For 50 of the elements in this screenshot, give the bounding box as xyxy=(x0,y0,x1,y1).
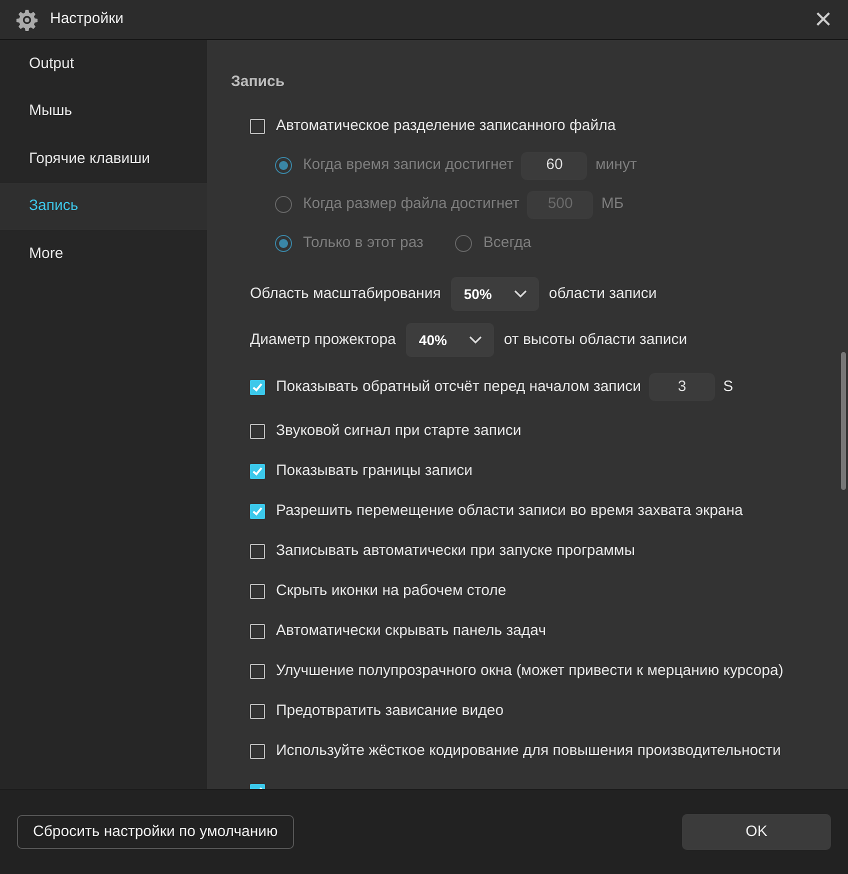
checkbox[interactable] xyxy=(250,118,265,134)
chevron-icon xyxy=(514,290,527,298)
unit-label: минут xyxy=(595,155,637,176)
checkbox[interactable] xyxy=(250,464,265,478)
setting-label: Используйте жёсткое кодирование для повышения производительности xyxy=(276,740,781,761)
setting-label: Скрыть иконки на рабочем столе xyxy=(276,580,506,601)
chevron-icon xyxy=(468,336,482,344)
option-label: Когда размер файла достигнет xyxy=(303,194,520,214)
checkbox[interactable] xyxy=(250,664,265,678)
unit-label: S xyxy=(723,376,734,397)
setting-label: Показывать обратный отсчёт перед началом записи xyxy=(276,376,642,397)
window-title: Настройки xyxy=(50,9,124,30)
setting-label: Записывать автоматически при запуске программы xyxy=(276,540,636,561)
sidebar-item[interactable]: Горячие клавиши xyxy=(0,135,207,182)
checkbox[interactable] xyxy=(250,380,265,394)
setting-label: Показывать границы записи xyxy=(276,460,472,481)
dropdown[interactable]: 50% xyxy=(450,277,539,311)
checkbox[interactable] xyxy=(250,744,265,758)
scrollbar[interactable] xyxy=(841,352,846,490)
option-label: Только в этот раз xyxy=(303,233,424,254)
setting-label: от высоты области записи xyxy=(504,330,688,350)
checkbox[interactable] xyxy=(250,704,265,718)
setting-label: Разрешить перемещение области записи во время захвата экрана xyxy=(276,500,743,521)
setting-label: Автоматическое разделение записанного файла xyxy=(276,116,616,136)
checkbox[interactable] xyxy=(250,584,265,598)
dropdown[interactable]: 40% xyxy=(406,323,494,357)
option-label: Всегда xyxy=(483,233,532,254)
checkbox[interactable] xyxy=(250,504,265,518)
setting-label: Предотвратить зависание видео xyxy=(276,700,504,721)
section-title: Запись xyxy=(231,72,286,92)
sidebar-item[interactable]: Output xyxy=(0,40,207,88)
unit-label: МБ xyxy=(601,194,624,214)
settings-icon xyxy=(16,8,38,30)
sidebar-item[interactable]: Запись xyxy=(0,182,207,230)
sidebar-item[interactable]: Мышь xyxy=(0,88,207,135)
checkbox[interactable] xyxy=(250,424,265,438)
reset-button[interactable]: Сбросить настройки по умолчанию xyxy=(17,815,294,849)
setting-label: Область масштабирования xyxy=(250,284,441,304)
setting-label: Улучшение полупрозрачного окна (может привести к мерцанию курсора) xyxy=(276,660,784,681)
sidebar-item[interactable]: More xyxy=(0,230,207,278)
checkbox[interactable] xyxy=(250,624,265,638)
checkbox[interactable] xyxy=(250,544,265,558)
ok-button[interactable]: OK xyxy=(682,814,831,850)
setting-label: Автоматически скрывать панель задач xyxy=(276,620,546,641)
setting-label: Звуковой сигнал при старте записи xyxy=(276,420,522,441)
close-button[interactable]: × xyxy=(812,4,834,34)
option-label: Когда время записи достигнет xyxy=(303,155,514,176)
setting-label: Диаметр прожектора xyxy=(250,330,396,350)
setting-label: области записи xyxy=(548,284,657,304)
number-field[interactable]: 3 xyxy=(649,373,716,401)
